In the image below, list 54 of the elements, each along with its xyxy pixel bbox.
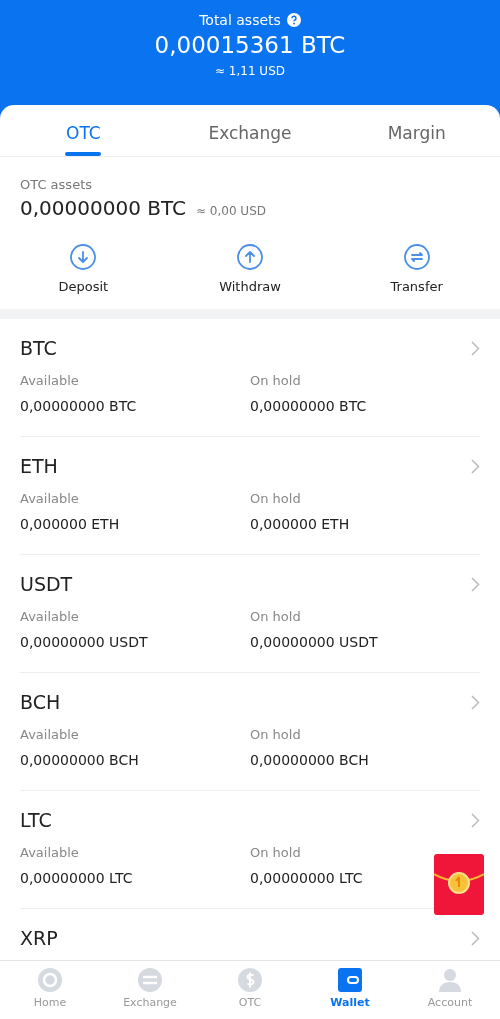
available-label: Available: [20, 845, 80, 860]
available-label: Available: [20, 491, 80, 506]
tab[interactable]: OTC: [0, 105, 167, 156]
on-hold-label: On hold: [250, 845, 302, 860]
coin-symbol[interactable]: LTC: [20, 809, 52, 831]
available-amount: 0,00000000 BTC: [20, 398, 138, 414]
chevron-right-icon[interactable]: [471, 812, 480, 828]
chevron-right-icon[interactable]: [471, 340, 480, 356]
transfer-icon: [402, 243, 431, 271]
available-label: Available: [20, 609, 80, 624]
on-hold-amount: 0,00000000 USDT: [250, 634, 379, 650]
nav-tab[interactable]: Wallet: [300, 961, 400, 1019]
exchange-icon: [137, 967, 163, 993]
coin-symbol[interactable]: USDT: [20, 573, 73, 595]
total-fiat: ≈ 1,11 USD: [214, 64, 285, 78]
chevron-right-icon[interactable]: [471, 930, 480, 946]
available-amount: 0,00000000 USDT: [20, 634, 149, 650]
on-hold-amount: 0,00000000 BTC: [250, 398, 368, 414]
tab[interactable]: Exchange: [166, 105, 334, 156]
on-hold-label: On hold: [250, 727, 302, 742]
total-amount: 0,00015361 BTC: [154, 32, 346, 58]
withdraw-icon: [236, 243, 264, 271]
on-hold-amount: 0,00000000 LTC: [250, 870, 364, 886]
transfer-button[interactable]: Transfer: [333, 242, 500, 295]
on-hold-amount: 0,00000000 BCH: [250, 752, 370, 768]
assets-amount: 0,00000000 BTC: [20, 196, 186, 220]
withdraw-button[interactable]: Withdraw: [166, 242, 334, 295]
available-label: Available: [20, 373, 80, 388]
on-hold-amount: 0,000000 ETH: [250, 516, 351, 532]
chevron-right-icon[interactable]: [471, 458, 480, 474]
on-hold-label: On hold: [250, 373, 302, 388]
assets-fiat: ≈ 0,00 USD: [195, 204, 266, 218]
coin-symbol[interactable]: BCH: [20, 691, 61, 713]
assets-label: OTC assets: [20, 177, 93, 192]
on-hold-label: On hold: [250, 491, 302, 506]
available-amount: 0,00000000 BCH: [20, 752, 140, 768]
available-amount: 0,000000 ETH: [20, 516, 121, 532]
help-icon[interactable]: [286, 13, 301, 27]
coin-symbol[interactable]: ETH: [20, 455, 58, 477]
wallet-icon: [337, 967, 363, 993]
total-assets-title: Total assets: [199, 12, 281, 28]
coin-symbol[interactable]: BTC: [20, 337, 57, 359]
dollar-icon: [237, 967, 263, 993]
deposit-icon: [69, 243, 98, 271]
on-hold-label: On hold: [250, 609, 302, 624]
person-icon: [437, 967, 463, 993]
coin-symbol[interactable]: XRP: [20, 927, 58, 949]
chevron-right-icon[interactable]: [471, 576, 480, 592]
tab[interactable]: Margin: [333, 105, 500, 156]
deposit-button[interactable]: Deposit: [0, 242, 167, 295]
chevron-right-icon[interactable]: [471, 694, 480, 710]
available-amount: 0,00000000 LTC: [20, 870, 134, 886]
available-label: Available: [20, 727, 80, 742]
envelope-icon[interactable]: [434, 854, 484, 915]
